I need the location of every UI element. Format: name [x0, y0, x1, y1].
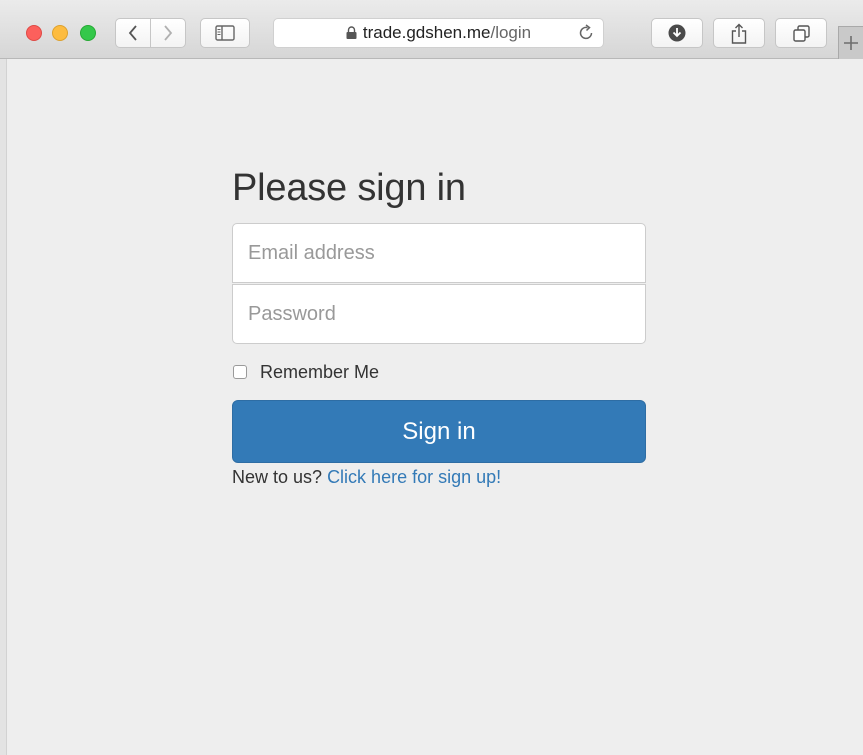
- chevron-left-icon: [128, 25, 137, 41]
- url-display[interactable]: trade.gdshen.me/login: [274, 19, 603, 47]
- password-field[interactable]: [232, 284, 646, 344]
- browser-window: trade.gdshen.me/login Please sign in Rem…: [0, 0, 863, 755]
- minimize-window-icon[interactable]: [52, 25, 68, 41]
- downloads-button[interactable]: [651, 18, 703, 48]
- show-tabs-button[interactable]: [775, 18, 827, 48]
- reload-icon[interactable]: [578, 24, 595, 41]
- plus-icon: [844, 36, 858, 50]
- email-field[interactable]: [232, 223, 646, 283]
- sign-in-button[interactable]: Sign in: [232, 400, 646, 463]
- signup-link[interactable]: Click here for sign up!: [327, 467, 501, 487]
- back-button[interactable]: [115, 18, 151, 48]
- form-heading: Please sign in: [232, 167, 466, 209]
- address-bar[interactable]: trade.gdshen.me/login: [273, 18, 604, 48]
- remember-me-checkbox[interactable]: [233, 365, 247, 379]
- lock-icon: [346, 25, 357, 39]
- new-tab-button[interactable]: [838, 26, 863, 59]
- forward-button[interactable]: [150, 18, 186, 48]
- navigation-buttons: [115, 18, 187, 48]
- remember-me-label: Remember Me: [260, 361, 380, 382]
- share-button[interactable]: [713, 18, 765, 48]
- tabs-icon: [792, 24, 810, 42]
- url-host: trade.gdshen.me: [362, 23, 491, 42]
- sidebar-icon: [215, 25, 235, 41]
- chevron-right-icon: [164, 25, 173, 41]
- close-window-icon[interactable]: [26, 25, 42, 41]
- download-icon: [668, 24, 686, 42]
- sidebar-toggle-button[interactable]: [200, 18, 250, 48]
- browser-toolbar: trade.gdshen.me/login: [0, 0, 863, 59]
- zoom-window-icon[interactable]: [80, 25, 96, 41]
- remember-me[interactable]: Remember Me: [232, 362, 646, 382]
- signin-form: Please sign in Remember Me Sign in New t…: [232, 163, 646, 488]
- window-edge: [0, 59, 7, 755]
- url-path: /login: [490, 23, 532, 42]
- signup-prompt-line: New to us? Click here for sign up!: [232, 466, 646, 488]
- signup-prompt: New to us?: [232, 467, 323, 487]
- page-content: Please sign in Remember Me Sign in New t…: [7, 59, 863, 755]
- share-icon: [731, 23, 747, 44]
